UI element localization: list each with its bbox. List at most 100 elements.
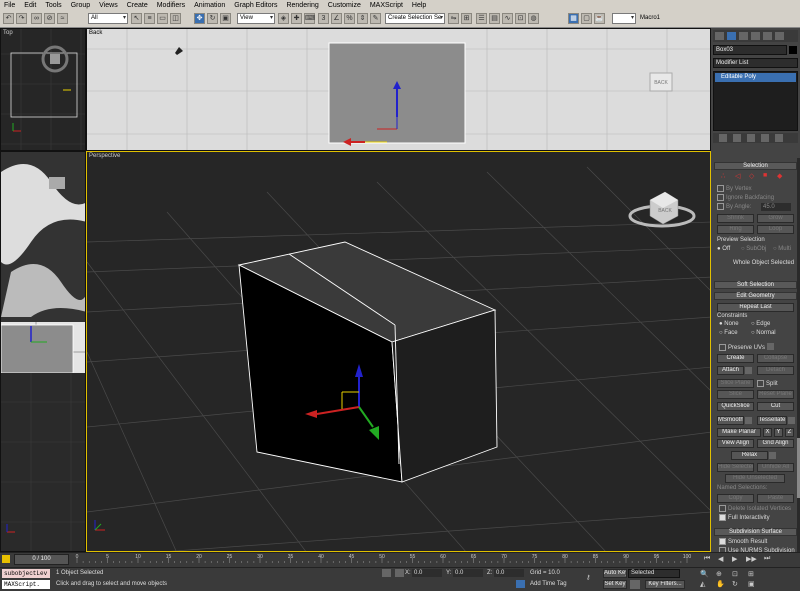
relax-button[interactable]: Relax bbox=[731, 451, 768, 460]
undo-icon[interactable]: ↶ bbox=[3, 13, 14, 24]
material-editor-icon[interactable]: ◍ bbox=[528, 13, 539, 24]
menu-file[interactable]: File bbox=[4, 2, 15, 9]
select-rotate-icon[interactable]: ↻ bbox=[207, 13, 218, 24]
menu-views[interactable]: Views bbox=[99, 2, 118, 9]
vertex-mode-icon[interactable]: ∴ bbox=[721, 172, 725, 180]
menu-modifiers[interactable]: Modifiers bbox=[157, 2, 185, 9]
delete-isolated-vertices-checkbox[interactable]: Delete Isolated Vertices bbox=[719, 505, 791, 512]
slice-plane-button[interactable]: Slice Plane bbox=[717, 379, 754, 388]
object-color-swatch[interactable] bbox=[789, 46, 797, 54]
unhide-all-button[interactable]: Unhide All bbox=[757, 463, 794, 472]
redo-icon[interactable]: ↷ bbox=[16, 13, 27, 24]
macro-dropdown[interactable] bbox=[612, 13, 636, 24]
left-viewport[interactable] bbox=[0, 151, 86, 552]
bind-spacewarp-icon[interactable]: ≈ bbox=[57, 13, 68, 24]
planar-x-button[interactable]: X bbox=[763, 428, 772, 437]
zoom-all-icon[interactable]: ⊕ bbox=[716, 570, 722, 578]
loop-button[interactable]: Loop bbox=[757, 225, 794, 234]
select-move-icon[interactable]: ✥ bbox=[194, 13, 205, 24]
set-key-button[interactable]: Set Key bbox=[603, 580, 627, 589]
keyboard-shortcut-icon[interactable]: ⌨ bbox=[304, 13, 315, 24]
msmooth-settings-icon[interactable] bbox=[745, 417, 752, 424]
split-checkbox[interactable]: Split bbox=[757, 380, 778, 387]
collapse-button[interactable]: Collapse bbox=[757, 354, 794, 363]
ignore-backfacing-checkbox[interactable]: Ignore Backfacing bbox=[717, 194, 774, 201]
by-vertex-checkbox[interactable]: By Vertex bbox=[717, 185, 752, 192]
fov-icon[interactable]: ◭ bbox=[700, 580, 705, 588]
absolute-mode-icon[interactable] bbox=[395, 569, 404, 577]
preserve-uvs-checkbox[interactable]: Preserve UVs bbox=[719, 344, 765, 351]
menu-maxscript[interactable]: MAXScript bbox=[370, 2, 403, 9]
soft-selection-rollout-header[interactable]: Soft Selection bbox=[714, 281, 797, 289]
make-planar-button[interactable]: Make Planar bbox=[717, 428, 761, 437]
edge-mode-icon[interactable]: ◁ bbox=[735, 172, 740, 180]
tessellate-button[interactable]: Tessellate bbox=[757, 416, 787, 425]
menu-group[interactable]: Group bbox=[71, 2, 90, 9]
goto-end-icon[interactable]: ⏭ bbox=[764, 555, 770, 563]
detach-button[interactable]: Detach bbox=[757, 366, 794, 375]
menu-animation[interactable]: Animation bbox=[194, 2, 225, 9]
select-object-icon[interactable]: ↖ bbox=[131, 13, 142, 24]
create-button[interactable]: Create bbox=[717, 354, 754, 363]
attach-settings-icon[interactable] bbox=[745, 367, 752, 374]
back-viewcube-label[interactable]: BACK bbox=[654, 80, 668, 86]
configure-sets-icon[interactable] bbox=[775, 134, 783, 142]
subdivision-surface-rollout-header[interactable]: Subdivision Surface bbox=[714, 528, 797, 536]
object-name-field[interactable]: Box03 bbox=[713, 45, 787, 55]
preserve-uvs-settings-icon[interactable] bbox=[767, 343, 774, 350]
constraint-none-radio[interactable]: ● None bbox=[719, 321, 739, 327]
edit-named-selections-icon[interactable]: ✎ bbox=[370, 13, 381, 24]
set-keys-icon[interactable] bbox=[630, 580, 640, 589]
lock-selection-icon[interactable] bbox=[382, 569, 391, 577]
preview-subobj-radio[interactable]: ○ SubObj bbox=[741, 246, 766, 252]
graphite-ribbon-icon[interactable]: ▤ bbox=[489, 13, 500, 24]
msmooth-button[interactable]: MSmooth bbox=[717, 416, 744, 425]
select-manipulate-icon[interactable]: ✚ bbox=[291, 13, 302, 24]
menu-tools[interactable]: Tools bbox=[45, 2, 61, 9]
pan-icon[interactable]: ✋ bbox=[716, 580, 725, 588]
timeline-track[interactable]: 0 5 10 15 20 25 30 35 40 45 50 55 60 65 70 75 80 85 90 95 10… bbox=[72, 553, 692, 568]
align-icon[interactable]: ⊞ bbox=[461, 13, 472, 24]
next-frame-icon[interactable]: ▶▶ bbox=[746, 555, 757, 563]
planar-y-button[interactable]: Y bbox=[774, 428, 783, 437]
motion-tab-icon[interactable] bbox=[751, 32, 760, 40]
modifier-list-dropdown[interactable]: Modifier List bbox=[713, 58, 798, 68]
key-mode-icon[interactable]: ⏮ bbox=[704, 555, 710, 563]
z-coord-field[interactable]: 0.0 bbox=[494, 569, 524, 577]
edit-geometry-rollout-header[interactable]: Edit Geometry bbox=[714, 292, 797, 300]
angle-snap-icon[interactable]: ∠ bbox=[331, 13, 342, 24]
element-mode-icon[interactable]: ◆ bbox=[777, 172, 782, 180]
perspective-viewcube-label[interactable]: BACK bbox=[658, 208, 672, 214]
maxscript-listener-line-2[interactable]: MAXScript. bbox=[2, 580, 50, 589]
menu-edit[interactable]: Edit bbox=[24, 2, 36, 9]
preview-multi-radio[interactable]: ○ Multi bbox=[773, 246, 791, 252]
hide-selected-button[interactable]: Hide Selected bbox=[717, 463, 754, 472]
zoom-extents-icon[interactable]: ⊡ bbox=[732, 570, 738, 578]
grow-button[interactable]: Grow bbox=[757, 214, 794, 223]
select-scale-icon[interactable]: ▣ bbox=[220, 13, 231, 24]
zoom-extents-all-icon[interactable]: ⊞ bbox=[748, 570, 754, 578]
by-angle-spinner[interactable]: 45.0 bbox=[761, 203, 791, 211]
cut-button[interactable]: Cut bbox=[757, 402, 794, 411]
auto-key-button[interactable]: Auto Key bbox=[603, 569, 627, 578]
render-setup-icon[interactable]: ▦ bbox=[568, 13, 579, 24]
hide-unselected-button[interactable]: Hide Unselected bbox=[725, 474, 785, 483]
selection-filter-dropdown[interactable]: All bbox=[88, 13, 128, 24]
tessellate-settings-icon[interactable] bbox=[788, 417, 795, 424]
border-mode-icon[interactable]: ◇ bbox=[749, 172, 754, 180]
modify-tab-icon[interactable] bbox=[727, 32, 736, 40]
back-viewport[interactable]: Back BACK bbox=[86, 28, 711, 151]
key-set-dropdown[interactable]: Selected bbox=[628, 569, 680, 578]
add-time-tag-button[interactable]: Add Time Tag bbox=[530, 581, 567, 587]
repeat-last-button[interactable]: Repeat Last bbox=[717, 303, 794, 312]
pivot-center-icon[interactable]: ◈ bbox=[278, 13, 289, 24]
rect-selection-icon[interactable]: ▭ bbox=[157, 13, 168, 24]
hierarchy-tab-icon[interactable] bbox=[739, 32, 748, 40]
by-angle-checkbox[interactable]: By Angle: bbox=[717, 203, 751, 210]
constraint-normal-radio[interactable]: ○ Normal bbox=[751, 330, 776, 336]
view-align-button[interactable]: View Align bbox=[717, 439, 754, 448]
constraint-edge-radio[interactable]: ○ Edge bbox=[751, 321, 770, 327]
orbit-icon[interactable]: ↻ bbox=[732, 580, 738, 588]
zoom-icon[interactable]: 🔍 bbox=[700, 570, 709, 578]
time-slider[interactable]: 0 / 100 bbox=[14, 554, 69, 565]
